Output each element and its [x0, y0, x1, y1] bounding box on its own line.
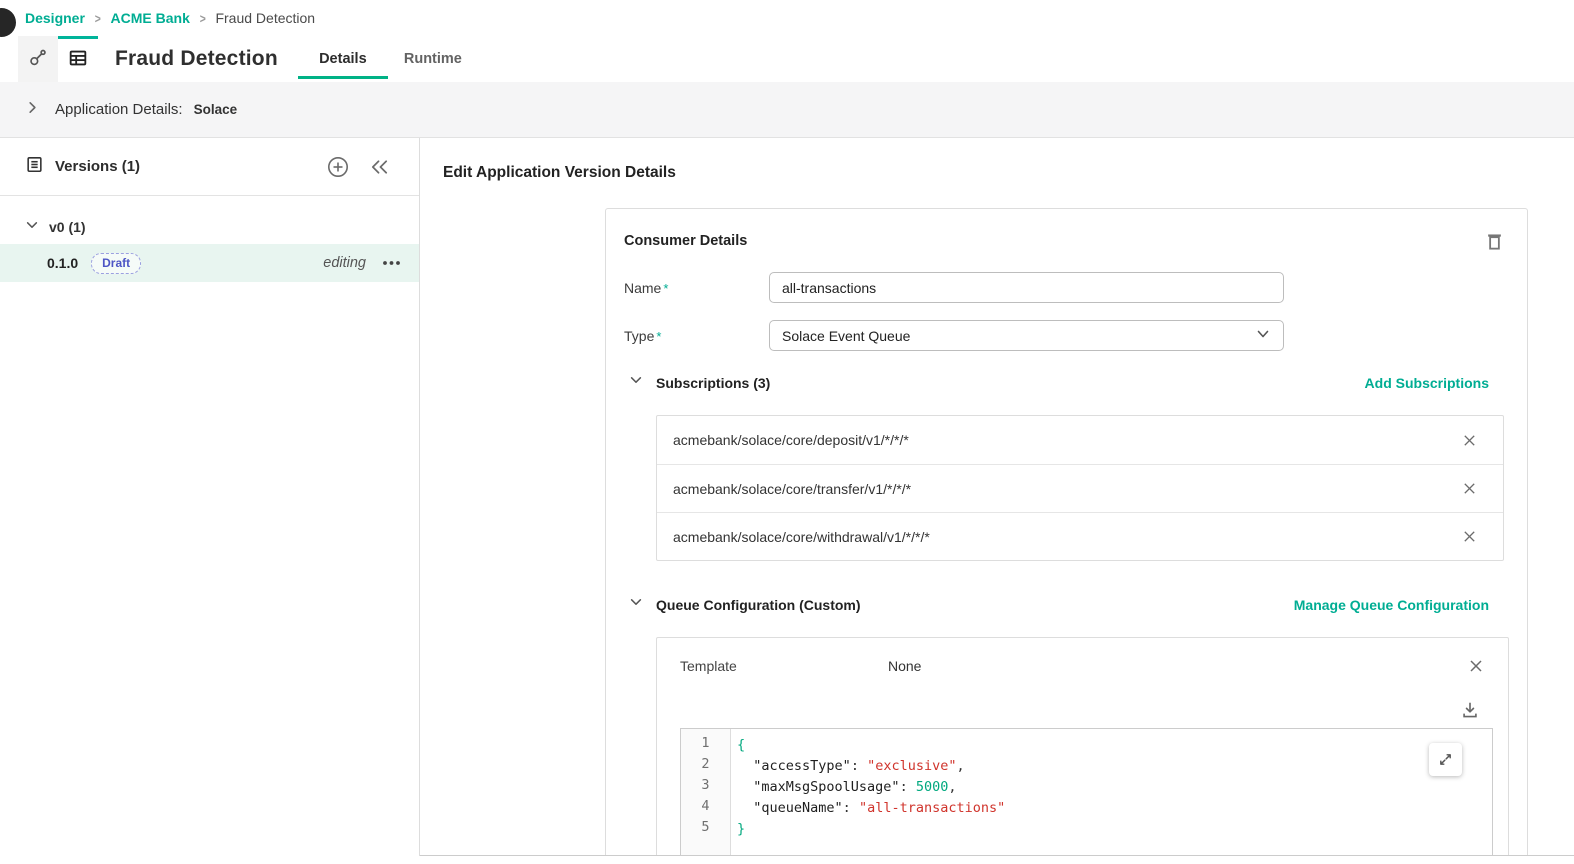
editing-status: editing: [323, 255, 366, 271]
versions-list-icon: [25, 155, 44, 179]
subscriptions-title: Subscriptions (3): [656, 375, 770, 391]
breadcrumb-separator-icon: >: [95, 11, 101, 26]
tab-details[interactable]: Details: [298, 36, 388, 82]
type-select-value: Solace Event Queue: [782, 328, 910, 344]
consumer-card: Consumer Details Name* Type* Solace Even…: [605, 208, 1528, 856]
chevron-right-icon: [25, 100, 40, 120]
version-number: 0.1.0: [47, 255, 78, 271]
queue-config-title: Queue Configuration (Custom): [656, 597, 861, 613]
application-details-label: Application Details:: [55, 101, 183, 118]
line-number: 3: [681, 777, 730, 798]
page-title: Fraud Detection: [115, 47, 278, 71]
line-number: 5: [681, 819, 730, 840]
remove-queue-config-button[interactable]: [1468, 658, 1484, 674]
remove-subscription-button[interactable]: [1462, 433, 1477, 448]
template-label: Template: [680, 658, 888, 674]
chevron-down-icon[interactable]: [629, 595, 643, 614]
tab-row: Fraud Detection Details Runtime: [0, 36, 1574, 82]
queue-config-code-editor[interactable]: 12345 { "accessType": "exclusive", "maxM…: [680, 728, 1493, 856]
table-icon: [67, 47, 89, 74]
delete-consumer-button[interactable]: [1485, 231, 1504, 251]
required-marker: *: [663, 281, 668, 296]
versions-sidebar: Versions (1) v0 (1) 0.1.0 Draft editing: [0, 138, 420, 856]
required-marker: *: [656, 329, 661, 344]
line-number: 2: [681, 756, 730, 777]
chevron-down-icon[interactable]: [629, 373, 643, 392]
expand-editor-button[interactable]: [1429, 743, 1462, 776]
remove-subscription-button[interactable]: [1462, 529, 1477, 544]
version-group-label: v0 (1): [49, 219, 86, 235]
code-line-numbers: 12345: [681, 729, 731, 856]
code-line: "accessType": "exclusive",: [737, 756, 1005, 777]
graph-icon: [27, 46, 49, 73]
main-panel: Edit Application Version Details Consume…: [420, 138, 1574, 856]
code-line: }: [737, 819, 1005, 840]
download-icon[interactable]: [1460, 700, 1480, 720]
subscription-topic: acmebank/solace/core/deposit/v1/*/*/*: [673, 432, 909, 448]
collapse-sidebar-button[interactable]: [369, 158, 390, 176]
more-options-icon[interactable]: [382, 260, 401, 266]
versions-header: Versions (1): [0, 138, 419, 196]
template-value: None: [888, 658, 921, 674]
add-subscriptions-link[interactable]: Add Subscriptions: [1365, 375, 1489, 391]
subscription-row: acmebank/solace/core/withdrawal/v1/*/*/*: [657, 512, 1503, 560]
graph-view-tab[interactable]: [18, 36, 58, 82]
top-header: Designer > ACME Bank > Fraud Detection F…: [0, 0, 1574, 82]
line-number: 4: [681, 798, 730, 819]
subscription-row: acmebank/solace/core/transfer/v1/*/*/*: [657, 464, 1503, 512]
type-label: Type*: [624, 328, 769, 344]
manage-queue-configuration-link[interactable]: Manage Queue Configuration: [1294, 597, 1489, 613]
line-number: 1: [681, 735, 730, 756]
name-label: Name*: [624, 280, 769, 296]
consumer-details-title: Consumer Details: [624, 233, 747, 249]
code-content[interactable]: { "accessType": "exclusive", "maxMsgSpoo…: [731, 729, 1005, 856]
remove-subscription-button[interactable]: [1462, 481, 1477, 496]
detail-tabs: Details Runtime: [298, 36, 478, 82]
version-group-v0[interactable]: v0 (1): [0, 210, 419, 244]
chevron-down-icon: [1255, 326, 1271, 345]
breadcrumb-current: Fraud Detection: [215, 10, 315, 26]
status-badge: Draft: [91, 253, 141, 274]
subscriptions-list: acmebank/solace/core/deposit/v1/*/*/* acm…: [656, 415, 1504, 561]
subscription-row: acmebank/solace/core/deposit/v1/*/*/*: [657, 416, 1503, 464]
breadcrumb-separator-icon: >: [200, 11, 206, 26]
breadcrumb-link-designer[interactable]: Designer: [25, 10, 85, 26]
add-version-button[interactable]: [326, 155, 350, 179]
tab-runtime[interactable]: Runtime: [388, 36, 478, 82]
name-input[interactable]: [769, 272, 1284, 303]
subscription-topic: acmebank/solace/core/transfer/v1/*/*/*: [673, 481, 911, 497]
application-details-value: Solace: [194, 102, 238, 117]
breadcrumb-link-acme-bank[interactable]: ACME Bank: [111, 10, 190, 26]
code-line: "maxMsgSpoolUsage": 5000,: [737, 777, 1005, 798]
edit-version-title: Edit Application Version Details: [443, 138, 1574, 182]
versions-title: Versions (1): [55, 158, 140, 175]
type-select[interactable]: Solace Event Queue: [769, 320, 1284, 351]
code-line: "queueName": "all-transactions": [737, 798, 1005, 819]
subscription-topic: acmebank/solace/core/withdrawal/v1/*/*/*: [673, 529, 930, 545]
application-details-bar[interactable]: Application Details: Solace: [0, 82, 1574, 138]
list-view-tab[interactable]: [58, 36, 98, 82]
version-row-0-1-0[interactable]: 0.1.0 Draft editing: [0, 244, 419, 282]
queue-config-box: Template None 12345 { "accessType": ": [656, 637, 1509, 856]
chevron-down-icon: [25, 218, 39, 237]
breadcrumb: Designer > ACME Bank > Fraud Detection: [0, 0, 1574, 36]
code-line: {: [737, 735, 1005, 756]
